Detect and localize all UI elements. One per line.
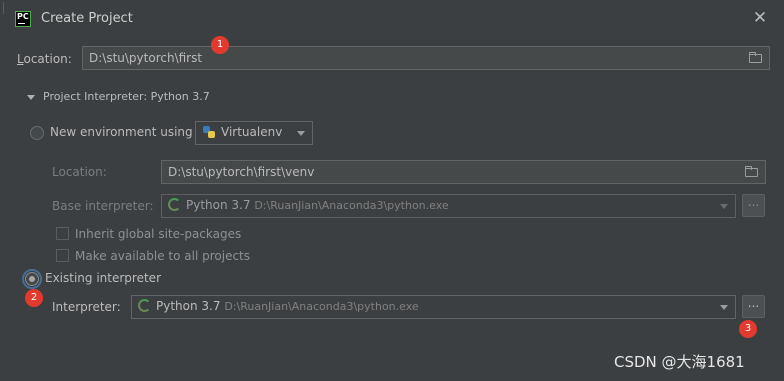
chevron-down-icon: [720, 305, 728, 310]
watermark-text: CSDN @大海1681: [614, 353, 745, 371]
pycharm-app-icon: PC: [15, 11, 31, 27]
python-interpreter-icon: [168, 198, 181, 211]
annotation-badge-1: 1: [211, 36, 229, 54]
inherit-packages-label[interactable]: Inherit global site-packages: [75, 227, 241, 241]
annotation-badge-3: 3: [739, 320, 757, 338]
existing-interpreter-radio[interactable]: [25, 272, 39, 286]
dialog-title: Create Project: [41, 11, 133, 26]
browse-folder-icon[interactable]: [745, 166, 758, 177]
existing-interpreter-label[interactable]: Existing interpreter: [45, 271, 161, 285]
interpreter-section-header[interactable]: Project Interpreter: Python 3.7: [43, 90, 210, 103]
base-interpreter-select[interactable]: Python 3.7 D:\RuanJian\Anaconda3\python.…: [161, 194, 736, 218]
interpreter-select[interactable]: Python 3.7 D:\RuanJian\Anaconda3\python.…: [131, 295, 736, 319]
window-edge: [3, 2, 4, 14]
chevron-down-icon: [720, 204, 728, 209]
expand-triangle-icon[interactable]: [27, 95, 35, 100]
new-environment-radio[interactable]: [30, 126, 44, 140]
venv-location-input[interactable]: D:\stu\pytorch\first\venv: [161, 160, 766, 184]
location-input[interactable]: D:\stu\pytorch\first: [82, 46, 770, 70]
inherit-packages-checkbox[interactable]: [56, 227, 69, 240]
interpreter-browse-button[interactable]: ...: [742, 295, 765, 318]
make-available-checkbox[interactable]: [56, 249, 69, 262]
environment-tool-select[interactable]: Virtualenv: [195, 121, 313, 145]
close-button[interactable]: ✕: [751, 9, 769, 27]
chevron-down-icon: [297, 131, 305, 136]
interpreter-label: Interpreter:: [52, 300, 121, 314]
make-available-label[interactable]: Make available to all projects: [75, 249, 250, 263]
base-interpreter-browse-button[interactable]: ...: [742, 194, 765, 217]
venv-location-label: Location:: [52, 165, 107, 179]
new-environment-label[interactable]: New environment using: [50, 125, 193, 139]
location-label: Location:: [17, 52, 72, 66]
annotation-badge-2: 2: [25, 289, 43, 307]
browse-folder-icon[interactable]: [749, 52, 762, 63]
base-interpreter-label: Base interpreter:: [52, 199, 154, 213]
python-logo-icon: [202, 125, 216, 139]
python-interpreter-icon: [138, 299, 151, 312]
